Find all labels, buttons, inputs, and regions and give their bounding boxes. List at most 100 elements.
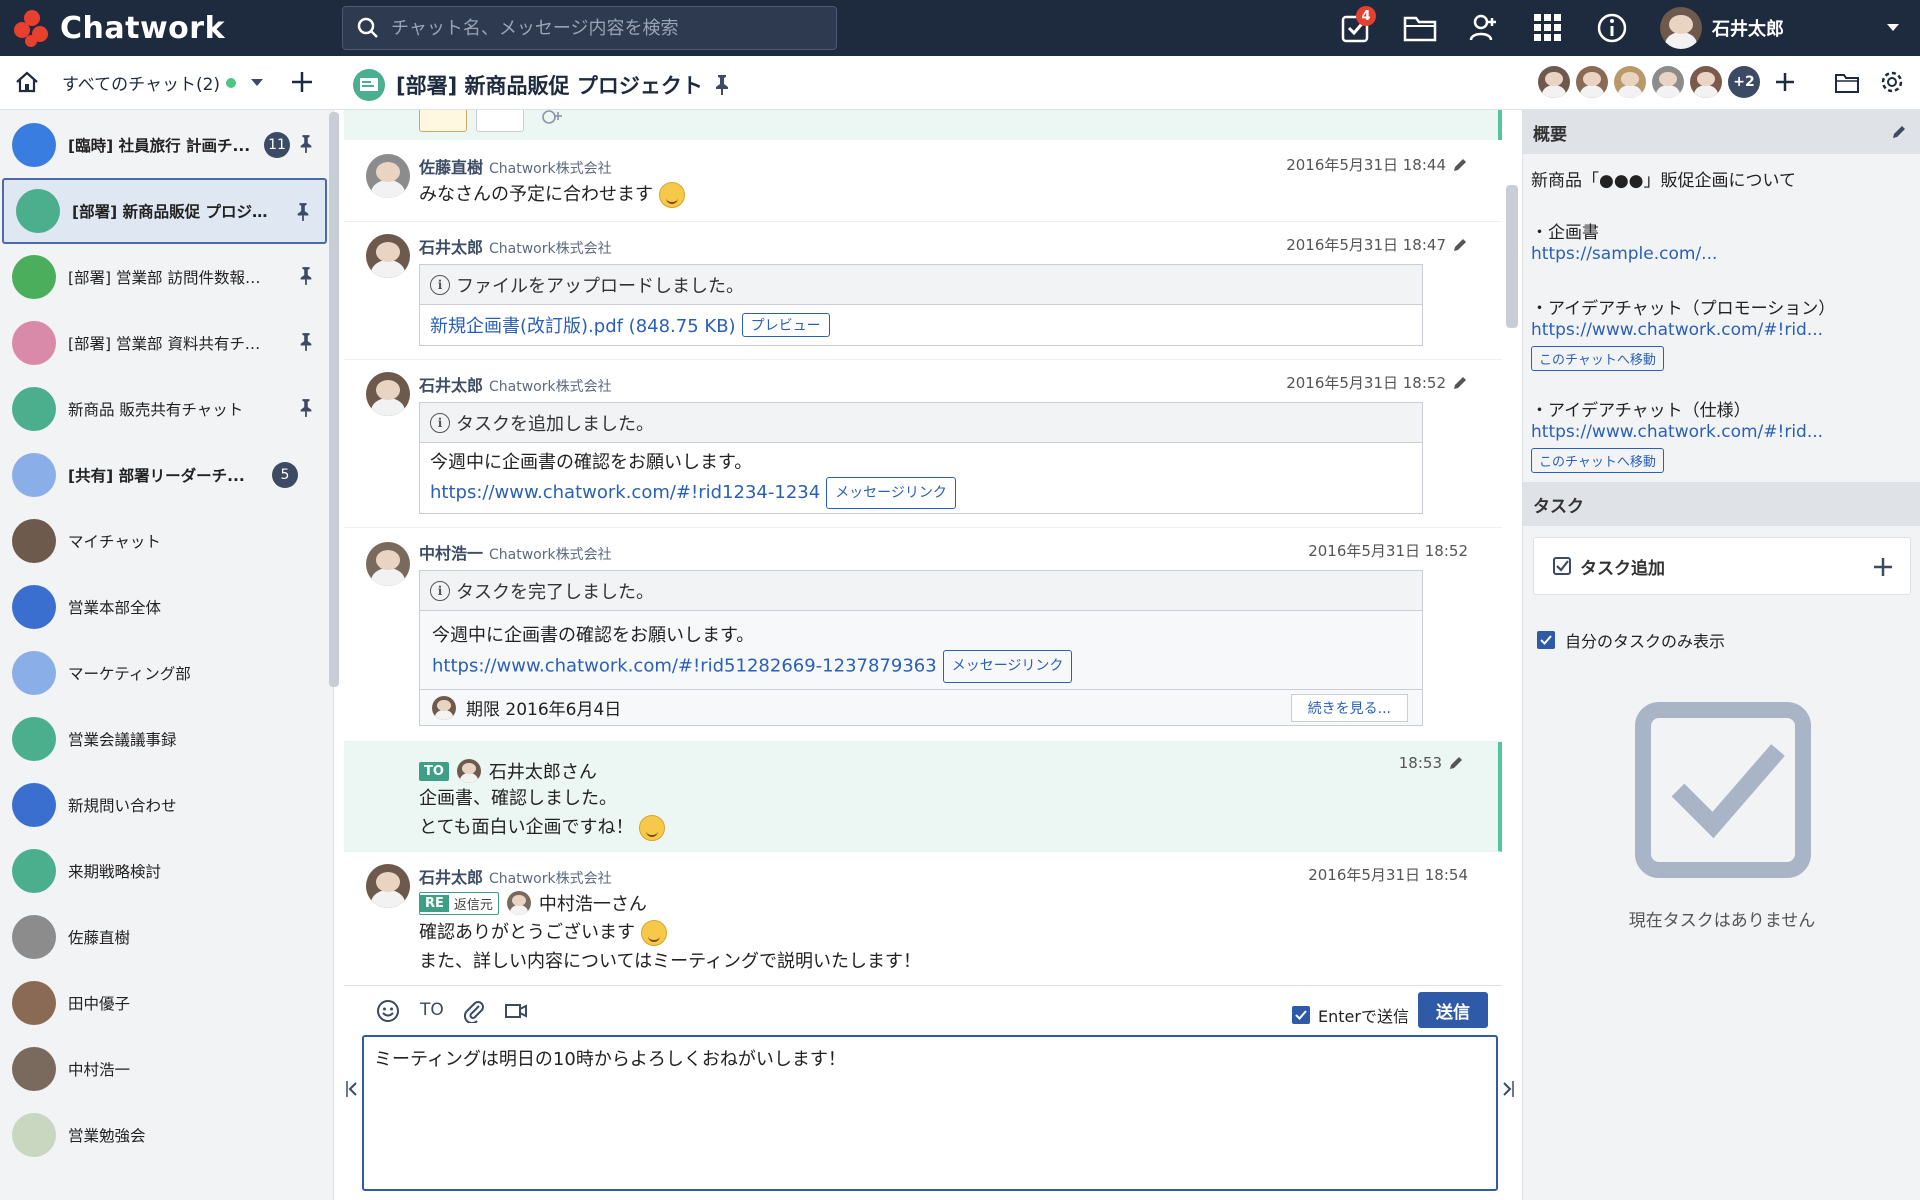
sender-avatar[interactable] [366,542,410,586]
sidebar-room-item[interactable]: マイチャット [0,508,328,574]
more-members-badge[interactable]: +2 [1728,66,1760,98]
send-button[interactable]: 送信 [1418,992,1488,1028]
room-files-button[interactable] [1834,72,1860,98]
file-manager-button[interactable] [1400,8,1440,48]
gear-icon [1881,71,1903,93]
room-name: 佐藤直樹 [68,929,131,947]
edit-icon[interactable] [1448,755,1464,771]
file-link[interactable]: 新規企画書(改訂版).pdf (848.75 KB) [430,312,736,338]
pin-icon[interactable] [298,398,314,418]
sender-avatar[interactable] [366,234,410,278]
add-member-icon[interactable] [1774,71,1796,93]
preview-button[interactable]: プレビュー [741,313,830,337]
sender-avatar[interactable] [366,864,410,908]
sender-name[interactable]: 石井太郎 [419,864,483,888]
message-input[interactable] [362,1035,1498,1191]
edit-icon[interactable] [1891,124,1907,140]
message-item[interactable]: 佐藤直樹 Chatwork株式会社 2016年5月31日 18:44 みなさんの… [344,142,1502,222]
message-item[interactable]: 石井太郎 Chatwork株式会社 2016年5月31日 18:52 i タスク… [344,360,1502,528]
sidebar-room-item[interactable]: マーケティング部 [0,640,328,706]
sidebar-room-item[interactable]: 新商品 販売共有チャット [0,376,328,442]
info-button[interactable] [1592,8,1632,48]
attachment-icon[interactable] [462,999,486,1023]
reaction-chip[interactable] [419,110,467,132]
cry-emoji-icon [640,920,667,946]
sidebar-room-item[interactable]: [共有] 部署リーダーチ... 5 [0,442,328,508]
user-menu[interactable]: 石井太郎 [1660,6,1910,50]
emoji-icon[interactable] [376,999,400,1023]
contacts-button[interactable] [1464,8,1504,48]
message-link[interactable]: https://www.chatwork.com/#!rid1234-1234 [430,482,820,503]
pin-icon[interactable] [298,266,314,286]
overview-link[interactable]: https://www.chatwork.com/#!rid... [1531,422,1823,442]
task-list-button[interactable]: 4 [1336,6,1376,48]
message-item[interactable]: 中村浩一 Chatwork株式会社 2016年5月31日 18:52 i タスク… [344,528,1502,742]
sidebar-room-item[interactable]: 営業勉強会 [0,1102,328,1168]
add-reaction-icon[interactable] [540,110,562,128]
sidebar-room-item[interactable]: 佐藤直樹 [0,904,328,970]
edit-icon[interactable] [1452,237,1468,253]
collapse-right-icon[interactable] [1502,1080,1514,1098]
collapse-left-icon[interactable] [346,1080,358,1098]
go-to-chat-button[interactable]: このチャットへ移動 [1531,448,1664,473]
edit-icon[interactable] [1452,157,1468,173]
home-button[interactable] [14,70,40,98]
video-call-icon[interactable] [504,1001,528,1021]
sender-name[interactable]: 中村浩一 [419,540,483,564]
pin-icon[interactable] [298,134,314,154]
chatwork-logo-text: Chatwork [60,10,226,46]
sidebar-room-item[interactable]: [部署] 営業部 資料共有チャ... [0,310,328,376]
search-box[interactable] [342,6,837,50]
file-upload-notice: ファイルをアップロードしました。 [456,275,744,297]
add-task-button[interactable]: タスク追加 [1533,537,1911,595]
apps-button[interactable] [1528,8,1568,48]
go-to-chat-button[interactable]: このチャットへ移動 [1531,346,1664,371]
sidebar-room-item[interactable]: 田中優子 [0,970,328,1036]
sender-avatar[interactable] [366,154,410,198]
sidebar-room-item[interactable]: [部署] 新商品販促 プロジェ... [2,178,327,244]
sidebar-room-item[interactable]: [部署] 営業部 訪問件数報告... [0,244,328,310]
message-item-highlighted[interactable]: TO 石井太郎さん 18:53 企画書、確認しました。 とても面白い企画ですね！ [344,742,1502,852]
message-link-button[interactable]: メッセージリンク [826,477,956,509]
sidebar-room-item[interactable]: 営業会議議事録 [0,706,328,772]
overview-link[interactable]: https://www.chatwork.com/#!rid... [1531,320,1823,340]
sender-org: Chatwork株式会社 [489,547,612,563]
to-button[interactable]: TO [420,1000,444,1020]
sidebar-room-item[interactable]: 新規問い合わせ [0,772,328,838]
sender-name[interactable]: 石井太郎 [419,234,483,258]
chatwork-logo[interactable]: Chatwork [12,8,225,48]
pin-icon[interactable] [295,202,311,222]
sidebar-room-item[interactable]: 来期戦略検討 [0,838,328,904]
my-tasks-only-toggle[interactable]: 自分のタスクのみ表示 [1537,628,1725,652]
sidebar-room-item[interactable]: [臨時] 社員旅行 計画チ... 11 [0,112,328,178]
edit-icon[interactable] [1452,375,1468,391]
member-list[interactable]: +2 [1538,66,1796,98]
chevron-down-icon [251,78,264,86]
room-icon [12,123,56,167]
enter-to-send-toggle[interactable]: Enterで送信 [1292,1003,1409,1027]
reply-tag[interactable]: RE 返信元 [419,891,499,915]
to-avatar [456,759,481,783]
message-link[interactable]: https://www.chatwork.com/#!rid51282669-1… [432,656,937,677]
overview-link[interactable]: https://sample.com/... [1531,244,1717,264]
reaction-chip[interactable] [476,110,524,132]
task-title: タスク [1533,496,1584,517]
message-item[interactable]: 石井太郎 Chatwork株式会社 2016年5月31日 18:54 RE 返信元… [344,852,1502,985]
chat-scrollbar[interactable] [1506,185,1518,328]
sender-avatar[interactable] [366,372,410,416]
pin-icon[interactable] [298,332,314,352]
sidebar-room-item[interactable]: 営業本部全体 [0,574,328,640]
room-settings-button[interactable] [1880,70,1904,98]
pin-icon[interactable] [713,74,731,96]
to-name: 石井太郎さん [488,762,597,783]
chat-filter-dropdown[interactable]: すべてのチャット(2) [62,70,264,95]
search-input[interactable] [391,17,811,39]
sidebar-scrollbar[interactable] [329,112,339,687]
add-chat-button[interactable] [290,70,314,98]
sender-name[interactable]: 佐藤直樹 [419,154,483,178]
sender-name[interactable]: 石井太郎 [419,372,483,396]
checkbox-checked-icon [1292,1006,1310,1024]
sidebar-room-item[interactable]: 中村浩一 [0,1036,328,1102]
read-more-button[interactable]: 続きを見る... [1290,694,1408,722]
message-link-button[interactable]: メッセージリンク [942,650,1073,683]
